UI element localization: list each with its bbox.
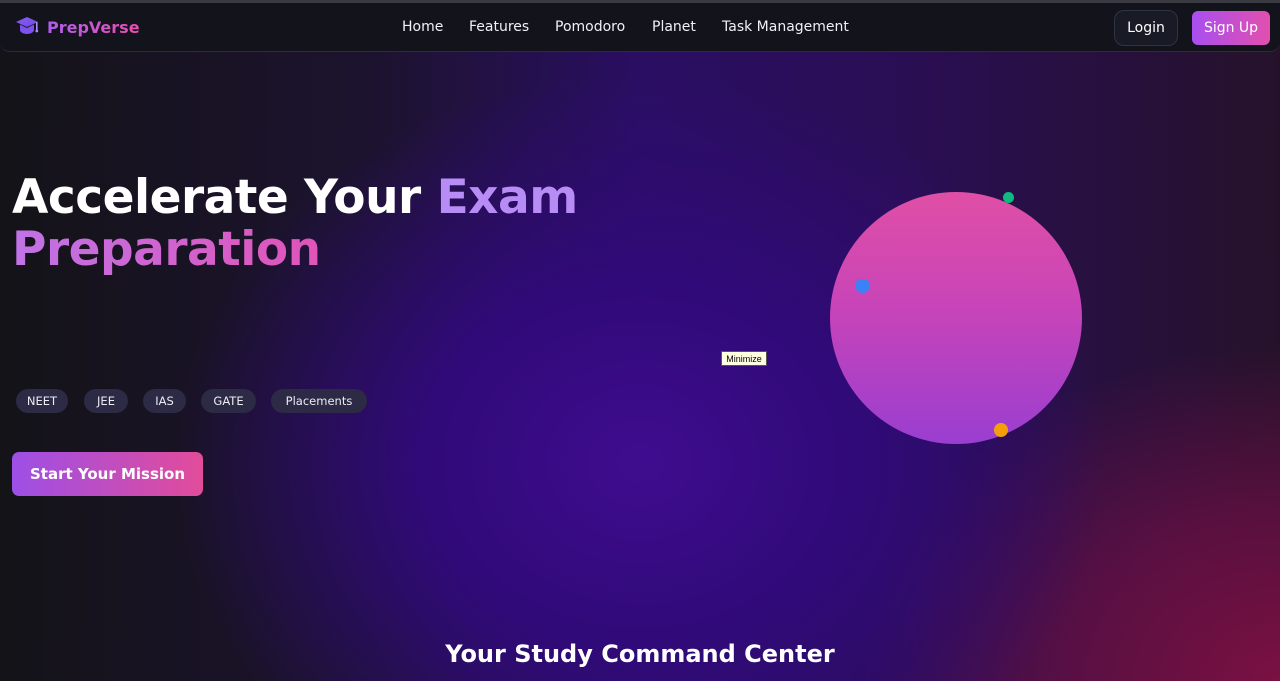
signup-button[interactable]: Sign Up — [1192, 11, 1270, 45]
orbit-dot-blue — [855, 279, 870, 293]
nav-link-planet[interactable]: Planet — [652, 19, 696, 35]
planet-sphere — [830, 192, 1082, 444]
section-title: Your Study Command Center — [445, 640, 835, 668]
minimize-tooltip: Minimize — [721, 351, 767, 366]
exam-tag-neet[interactable]: NEET — [16, 389, 68, 413]
orbit-dot-orange — [994, 423, 1008, 437]
graduation-cap-icon — [16, 17, 39, 34]
hero-title-white: Accelerate Your — [12, 170, 437, 225]
login-button[interactable]: Login — [1114, 10, 1178, 46]
nav-link-home[interactable]: Home — [402, 19, 443, 35]
hero-title-accent-exam: Exam — [436, 170, 579, 225]
orbit-dot-green — [1003, 192, 1014, 203]
nav-link-task-management[interactable]: Task Management — [722, 19, 849, 35]
nav-link-pomodoro[interactable]: Pomodoro — [555, 19, 625, 35]
start-mission-button[interactable]: Start Your Mission — [12, 452, 203, 496]
hero-title-accent-preparation: Preparation — [12, 222, 321, 277]
exam-tag-gate[interactable]: GATE — [201, 389, 256, 413]
navbar: PrepVerse Home Features Pomodoro Planet … — [0, 3, 1280, 52]
brand-logo[interactable]: PrepVerse — [15, 16, 140, 38]
exam-tag-jee[interactable]: JEE — [84, 389, 128, 413]
brand-name: PrepVerse — [47, 17, 140, 37]
exam-tag-ias[interactable]: IAS — [143, 389, 186, 413]
exam-tag-placements[interactable]: Placements — [271, 389, 367, 413]
nav-link-features[interactable]: Features — [469, 19, 529, 35]
hero-title: Accelerate Your Exam Preparation — [12, 172, 712, 276]
